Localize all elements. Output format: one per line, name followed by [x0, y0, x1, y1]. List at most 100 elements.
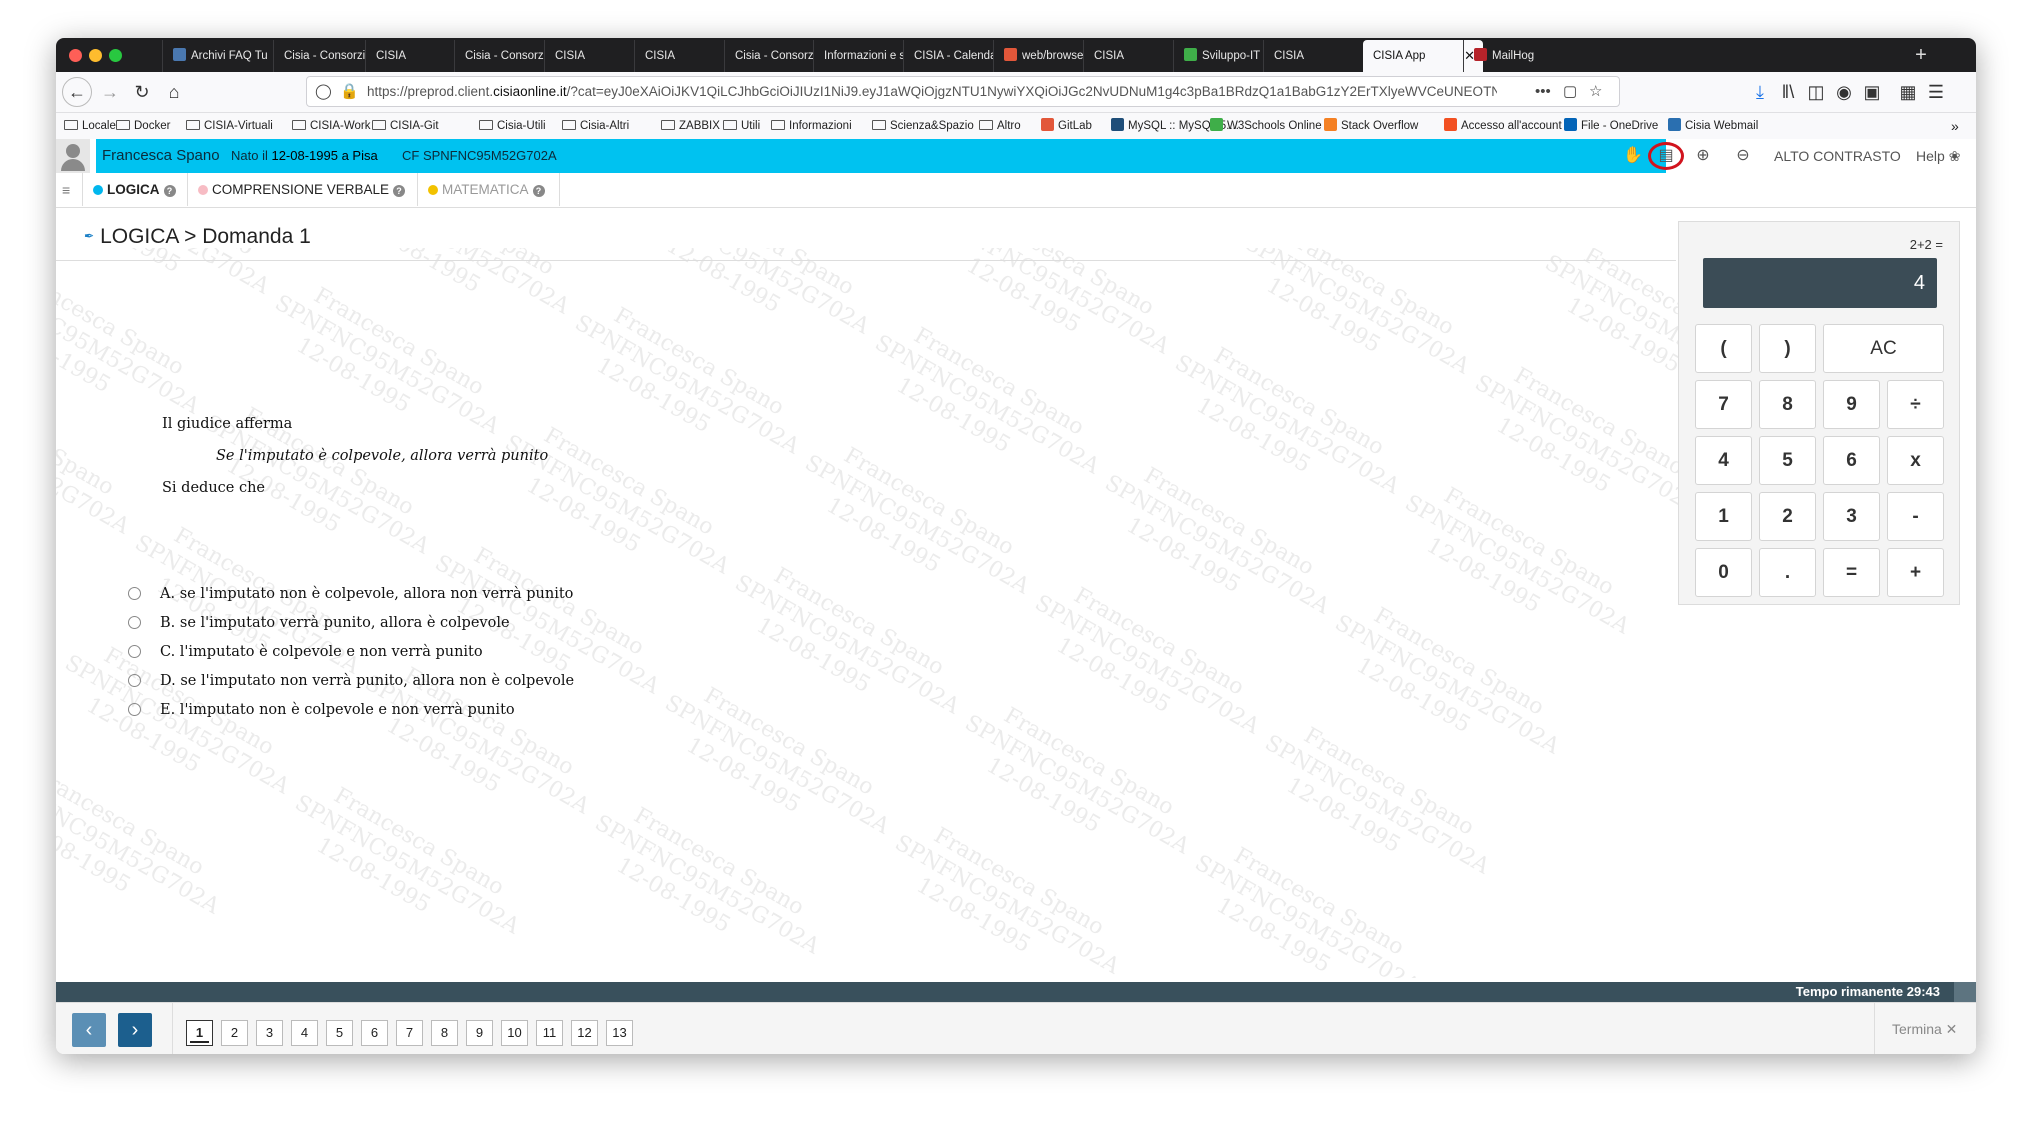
extensions-puzzle-icon[interactable]: ▦	[1894, 78, 1922, 106]
radio-button[interactable]	[128, 674, 141, 687]
shield-icon[interactable]: ◯	[315, 77, 332, 106]
calculator-key[interactable]: 9	[1823, 380, 1880, 429]
browser-tab[interactable]: CISIA	[544, 40, 634, 72]
calculator-key[interactable]: 6	[1823, 436, 1880, 485]
answer-option[interactable]: E. l'imputato non è colpevole e non verr…	[128, 700, 515, 720]
browser-tab[interactable]: CISIA	[634, 40, 724, 72]
close-window-button[interactable]	[69, 49, 82, 62]
zoom-out-icon[interactable]: ⊖	[1730, 139, 1756, 173]
browser-tab[interactable]: CISIA	[365, 40, 454, 72]
answer-option[interactable]: C. l'imputato è colpevole e non verrà pu…	[128, 642, 483, 662]
extension-icon[interactable]: ▣	[1858, 78, 1886, 106]
page-number-button[interactable]: 7	[396, 1020, 423, 1046]
bookmark-item[interactable]: Stack Overflow	[1324, 113, 1418, 139]
termina-button[interactable]: Termina ✕	[1892, 1003, 1957, 1054]
bookmark-item[interactable]: Accesso all'account	[1444, 113, 1562, 139]
bookmark-item[interactable]: GitLab	[1041, 113, 1092, 139]
zoom-in-icon[interactable]: ⊕	[1690, 139, 1716, 173]
bookmarks-overflow-icon[interactable]: »	[1951, 113, 1959, 139]
high-contrast-button[interactable]: ALTO CONTRASTO	[1774, 139, 1901, 173]
browser-tab[interactable]: CISIA	[1083, 40, 1173, 72]
home-button[interactable]: ⌂	[160, 78, 188, 106]
browser-tab[interactable]: web/browser	[993, 40, 1083, 72]
calculator-key[interactable]: AC	[1823, 324, 1944, 373]
page-number-button[interactable]: 13	[606, 1020, 633, 1046]
calculator-key[interactable]: 8	[1759, 380, 1816, 429]
calculator-key[interactable]: 2	[1759, 492, 1816, 541]
bookmark-item[interactable]: Locale	[64, 113, 116, 139]
calculator-key[interactable]: )	[1759, 324, 1816, 373]
bookmark-item[interactable]: File - OneDrive	[1564, 113, 1658, 139]
forward-button[interactable]: →	[96, 78, 124, 106]
calculator-key[interactable]: .	[1759, 548, 1816, 597]
bookmark-item[interactable]: CISIA-Git	[372, 113, 439, 139]
bookmark-item[interactable]: CISIA-Virtuali	[186, 113, 273, 139]
bookmark-item[interactable]: W3Schools Online ...	[1210, 113, 1334, 139]
info-icon[interactable]: ?	[532, 185, 545, 197]
next-question-button[interactable]: ›	[118, 1013, 152, 1047]
reload-button[interactable]: ↻	[128, 78, 156, 106]
radio-button[interactable]	[128, 587, 141, 600]
page-number-button[interactable]: 10	[501, 1020, 528, 1046]
tab-comprensione-verbale[interactable]: COMPRENSIONE VERBALE?	[188, 173, 418, 206]
calculator-key[interactable]: 1	[1695, 492, 1752, 541]
bookmark-item[interactable]: Cisia-Utili	[479, 113, 546, 139]
answer-option[interactable]: B. se l'imputato verrà punito, allora è …	[128, 613, 510, 633]
bookmark-item[interactable]: Informazioni	[771, 113, 852, 139]
answer-option[interactable]: D. se l'imputato non verrà punito, allor…	[128, 671, 574, 691]
answer-option[interactable]: A. se l'imputato non è colpevole, allora…	[128, 584, 573, 604]
browser-tab[interactable]: Cisia - Consorzio	[724, 40, 813, 72]
page-number-button[interactable]: 11	[536, 1020, 563, 1046]
page-number-button[interactable]: 8	[431, 1020, 458, 1046]
pocket-icon[interactable]: ▢	[1563, 77, 1577, 106]
download-icon[interactable]: ⤓	[1746, 78, 1774, 106]
url-bar[interactable]: ◯ 🔒 https://preprod.client.cisiaonline.i…	[306, 76, 1620, 107]
calculator-key[interactable]: -	[1887, 492, 1944, 541]
calculator-key[interactable]: 0	[1695, 548, 1752, 597]
zoom-window-button[interactable]	[109, 49, 122, 62]
browser-tab[interactable]: Cisia - Consorzio	[454, 40, 544, 72]
prev-question-button[interactable]: ‹	[72, 1013, 106, 1047]
calculator-key[interactable]: +	[1887, 548, 1944, 597]
radio-button[interactable]	[128, 616, 141, 629]
page-number-button[interactable]: 4	[291, 1020, 318, 1046]
browser-tab[interactable]: CISIA - Calendario	[903, 40, 993, 72]
bookmark-item[interactable]: Utili	[723, 113, 760, 139]
calculator-key[interactable]: (	[1695, 324, 1752, 373]
page-number-button[interactable]: 6	[361, 1020, 388, 1046]
browser-tab[interactable]: Sviluppo-IT -	[1173, 40, 1263, 72]
bookmark-item[interactable]: ZABBIX	[661, 113, 720, 139]
new-tab-button[interactable]: +	[1906, 38, 1936, 72]
browser-tab[interactable]: Cisia - Consorzio	[273, 40, 365, 72]
browser-tab[interactable]: Informazioni e sup	[813, 40, 903, 72]
calculator-key[interactable]: 7	[1695, 380, 1752, 429]
bookmark-item[interactable]: Docker	[116, 113, 170, 139]
sidebar-icon[interactable]: ◫	[1802, 78, 1830, 106]
bookmark-item[interactable]: Cisia-Altri	[562, 113, 629, 139]
page-number-button[interactable]: 1	[186, 1020, 213, 1046]
page-number-button[interactable]: 9	[466, 1020, 493, 1046]
calculator-key[interactable]: =	[1823, 548, 1880, 597]
radio-button[interactable]	[128, 645, 141, 658]
page-number-button[interactable]: 3	[256, 1020, 283, 1046]
browser-tab[interactable]: Archivi FAQ Tu	[162, 40, 273, 72]
hamburger-icon[interactable]: ≡	[62, 173, 70, 207]
browser-tab[interactable]: CISIA	[1263, 40, 1363, 72]
bookmark-item[interactable]: CISIA-Work	[292, 113, 371, 139]
calculator-key[interactable]: ÷	[1887, 380, 1944, 429]
calculator-key[interactable]: 3	[1823, 492, 1880, 541]
browser-tab[interactable]: MailHog	[1463, 40, 1553, 72]
page-actions-icon[interactable]: •••	[1535, 77, 1551, 106]
calculator-key[interactable]: x	[1887, 436, 1944, 485]
bookmark-item[interactable]: Altro	[979, 113, 1021, 139]
bookmark-item[interactable]: Cisia Webmail	[1668, 113, 1758, 139]
page-number-button[interactable]: 5	[326, 1020, 353, 1046]
menu-icon[interactable]: ☰	[1922, 78, 1950, 106]
lock-icon[interactable]: 🔒	[340, 77, 359, 106]
bookmark-item[interactable]: Scienza&Spazio	[872, 113, 974, 139]
calculator-key[interactable]: 4	[1695, 436, 1752, 485]
tab-matematica[interactable]: MATEMATICA?	[418, 173, 560, 206]
account-icon[interactable]: ◉	[1830, 78, 1858, 106]
page-number-button[interactable]: 2	[221, 1020, 248, 1046]
info-icon[interactable]: ?	[393, 185, 406, 197]
